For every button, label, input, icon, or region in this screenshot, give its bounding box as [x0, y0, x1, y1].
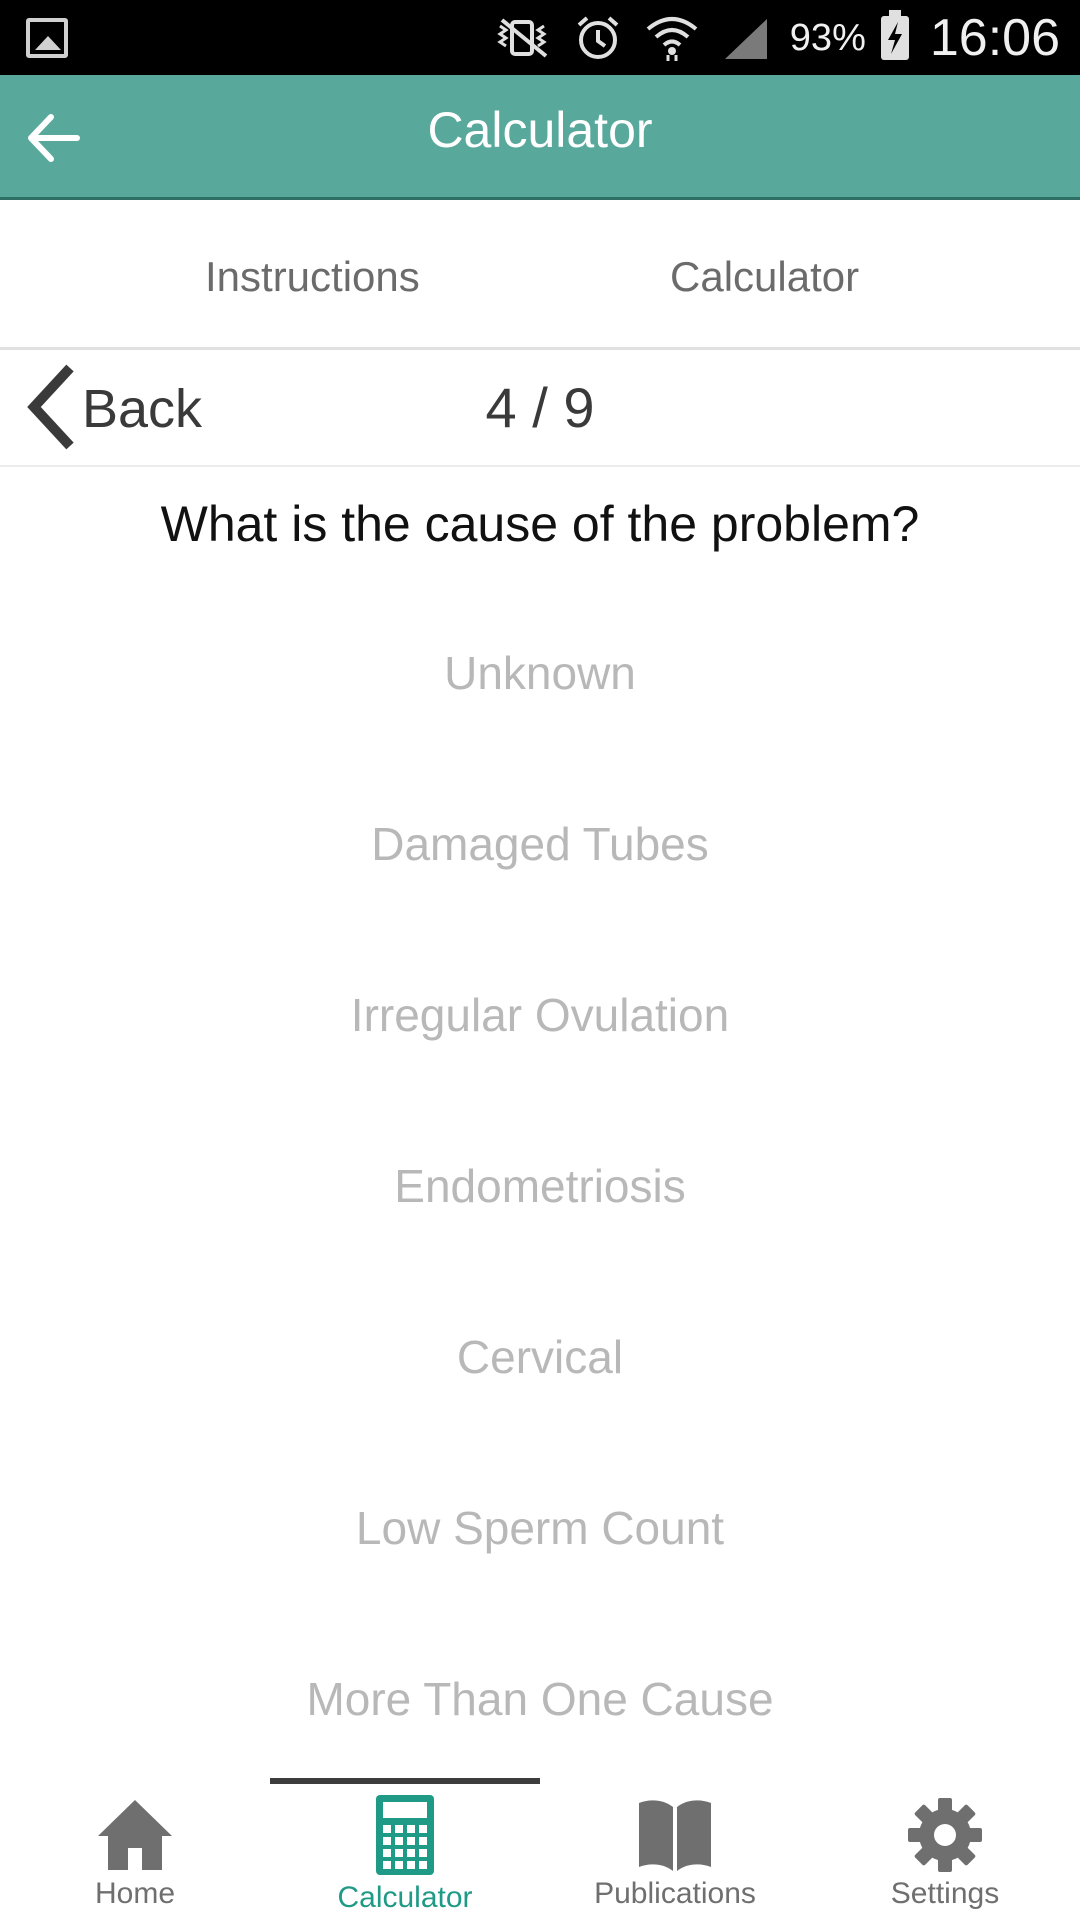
- nav-publications-label: Publications: [594, 1877, 756, 1910]
- cell-signal-icon: [716, 13, 776, 63]
- wifi-icon: [642, 13, 702, 63]
- step-nav: Back 4 / 9: [0, 353, 1080, 467]
- nav-home-label: Home: [94, 1877, 176, 1910]
- answer-option-damaged-tubes[interactable]: Damaged Tubes: [0, 784, 1080, 904]
- nav-settings-label: Settings: [890, 1877, 1000, 1910]
- nav-calculator-label: Calculator: [337, 1881, 473, 1914]
- nav-settings[interactable]: Settings: [810, 1775, 1080, 1920]
- home-icon: [0, 1790, 270, 1880]
- battery-percent: 93%: [789, 16, 866, 59]
- gallery-icon: [26, 18, 68, 58]
- vibrate-mute-icon: [494, 13, 554, 63]
- gear-icon: [810, 1790, 1080, 1880]
- page-title: Calculator: [427, 102, 653, 158]
- answer-option-irregular-ovulation[interactable]: Irregular Ovulation: [0, 955, 1080, 1075]
- book-icon: [540, 1790, 810, 1880]
- tab-calculator[interactable]: Calculator: [670, 253, 859, 301]
- answer-option-endometriosis[interactable]: Endometriosis: [0, 1126, 1080, 1246]
- question-text: What is the cause of the problem?: [160, 496, 920, 552]
- tab-instructions[interactable]: Instructions: [205, 253, 420, 301]
- app-bar: Calculator: [0, 75, 1080, 200]
- nav-calculator[interactable]: Calculator: [270, 1775, 540, 1920]
- step-progress: 4 / 9: [485, 376, 595, 439]
- nav-publications[interactable]: Publications: [540, 1775, 810, 1920]
- calculator-icon: [270, 1790, 540, 1880]
- answer-option-more-than-one-cause[interactable]: More Than One Cause: [0, 1639, 1080, 1759]
- nav-home[interactable]: Home: [0, 1775, 270, 1920]
- battery-charging-icon: [880, 9, 910, 67]
- clock: 16:06: [929, 9, 1060, 67]
- status-icons: 93% 16:06: [494, 8, 1060, 68]
- bottom-nav: Home Calculator Publications Settings: [0, 1775, 1080, 1920]
- segment-tabs: Instructions Calculator: [0, 205, 1080, 350]
- answer-option-low-sperm-count[interactable]: Low Sperm Count: [0, 1468, 1080, 1588]
- status-bar: 93% 16:06: [0, 0, 1080, 75]
- answer-option-unknown[interactable]: Unknown: [0, 613, 1080, 733]
- alarm-icon: [568, 13, 628, 63]
- answer-option-cervical[interactable]: Cervical: [0, 1297, 1080, 1417]
